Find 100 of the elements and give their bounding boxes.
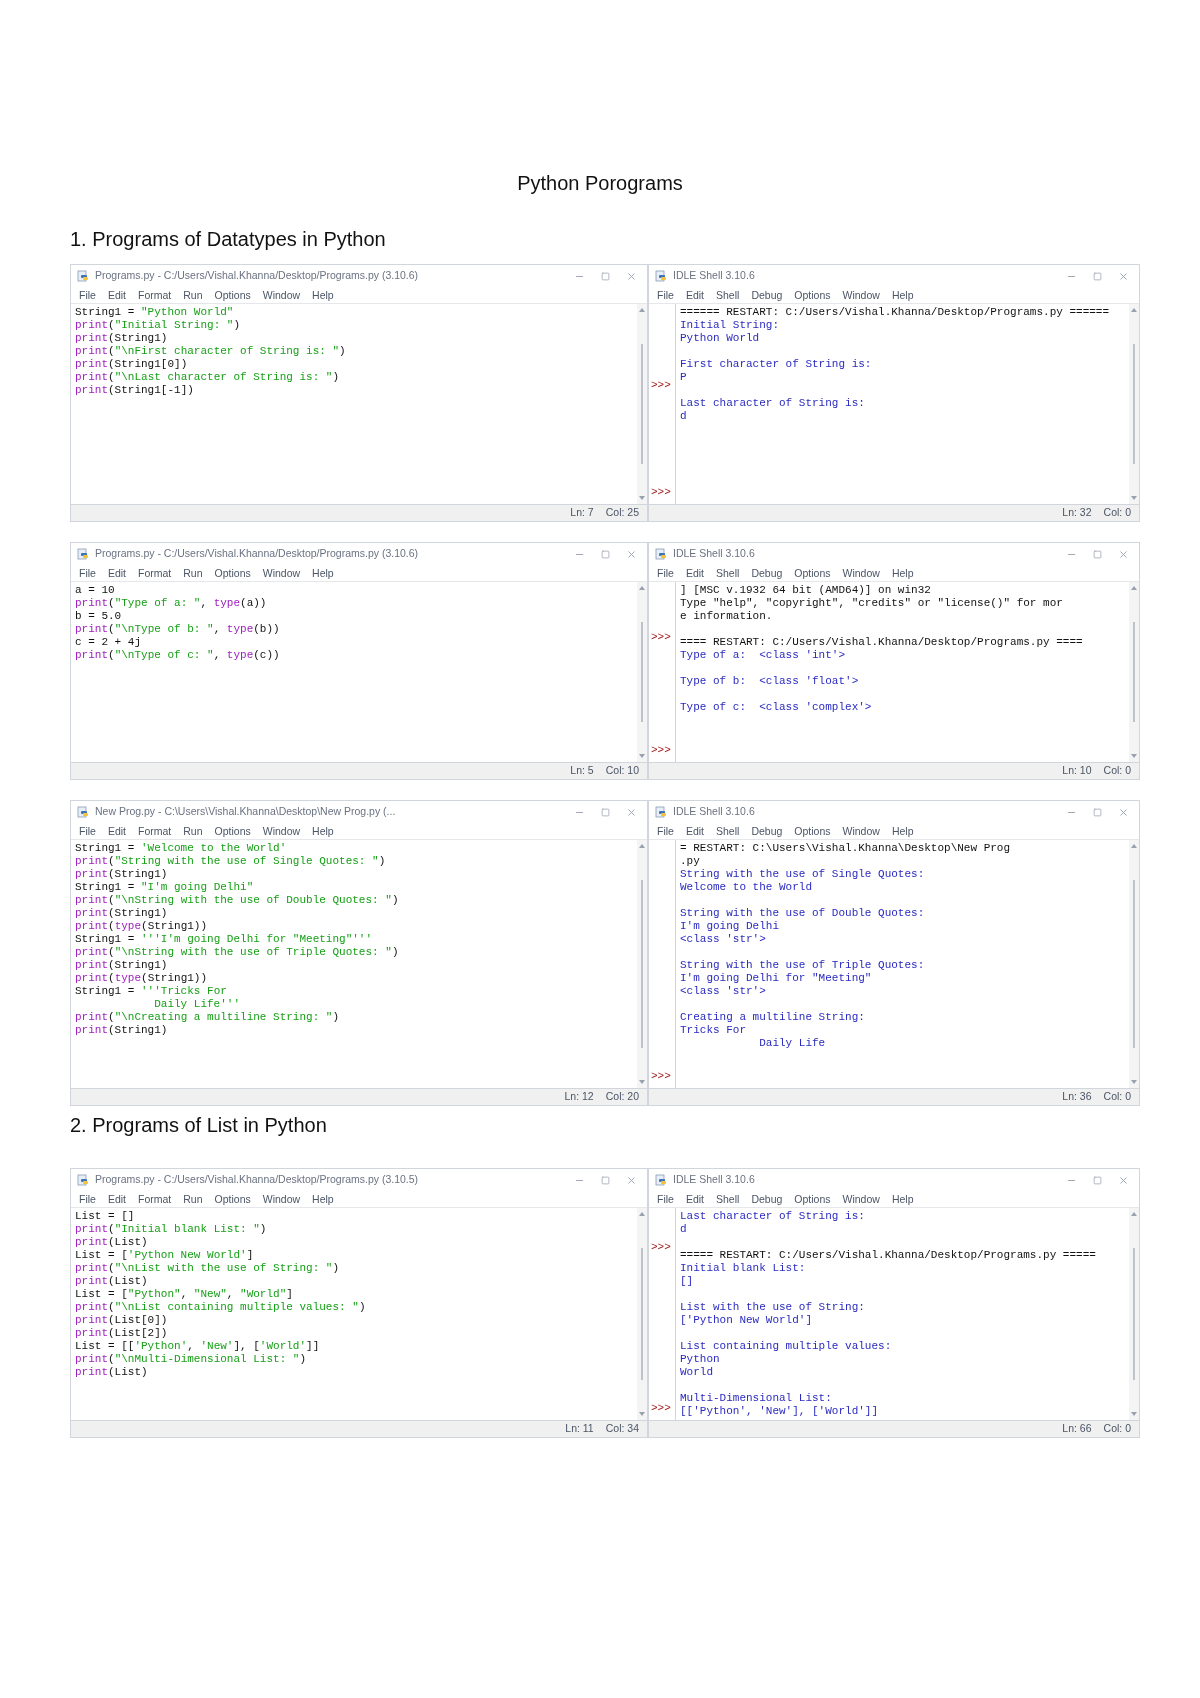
- menu-item[interactable]: Window: [842, 567, 880, 579]
- code-editor[interactable]: String1 = "Python World" print("Initial String: ") print(String1) print("\nFirst character of String is: ") print(String1[0]) print("\nLast character of String is: ") print(String1[-1]): [71, 304, 637, 504]
- maximize-icon[interactable]: [1093, 1175, 1102, 1185]
- menu-item[interactable]: Edit: [107, 1193, 126, 1205]
- menu-item[interactable]: Run: [183, 567, 203, 579]
- menu-item[interactable]: Run: [183, 1193, 203, 1205]
- close-icon[interactable]: [626, 806, 637, 818]
- menu-item[interactable]: Edit: [685, 825, 704, 837]
- menu-item[interactable]: File: [79, 1193, 96, 1205]
- output-line: First character of String is:: [680, 358, 872, 371]
- menu-item[interactable]: Help: [891, 567, 914, 579]
- menu-item[interactable]: Shell: [716, 289, 740, 301]
- maximize-icon[interactable]: [601, 271, 610, 281]
- menu-item[interactable]: File: [79, 825, 96, 837]
- menu-item[interactable]: Format: [138, 1193, 172, 1205]
- menu-item[interactable]: Format: [138, 825, 172, 837]
- menu-item[interactable]: Shell: [716, 825, 740, 837]
- menu-item[interactable]: Window: [842, 1193, 880, 1205]
- close-icon[interactable]: [1118, 806, 1129, 818]
- menu-item[interactable]: Window: [262, 567, 301, 579]
- code-editor[interactable]: a = 10 print("Type of a: ", type(a)) b = 5.0 print("\nType of b: ", type(b)) c = 2 + 4j print("\nType of c: ", type(c)): [71, 582, 637, 762]
- menu-item[interactable]: File: [79, 289, 96, 301]
- maximize-icon[interactable]: [1093, 271, 1102, 281]
- menu-item[interactable]: Debug: [751, 825, 783, 837]
- code-line: print(List[0]): [75, 1314, 168, 1327]
- menu-item[interactable]: Run: [183, 289, 203, 301]
- close-icon[interactable]: [1118, 548, 1129, 560]
- line-number: Ln: 5: [570, 763, 594, 779]
- menu-item[interactable]: Run: [183, 825, 203, 837]
- menu-item[interactable]: Debug: [751, 289, 783, 301]
- column-number: Col: 0: [1103, 763, 1131, 779]
- menu-item[interactable]: Format: [138, 289, 172, 301]
- file-icon: [655, 806, 667, 818]
- menu-item[interactable]: Format: [138, 567, 172, 579]
- close-icon[interactable]: [626, 548, 637, 560]
- menu-item[interactable]: Options: [214, 289, 251, 301]
- menu-item[interactable]: Help: [312, 567, 334, 579]
- menu-item[interactable]: Edit: [107, 825, 126, 837]
- menu-item[interactable]: Options: [794, 289, 831, 301]
- menu-item[interactable]: Options: [214, 567, 251, 579]
- maximize-icon[interactable]: [601, 549, 610, 559]
- menu-item[interactable]: Debug: [751, 567, 783, 579]
- menu-item[interactable]: Options: [794, 825, 831, 837]
- code-line: print(String1): [75, 907, 168, 920]
- menu-item[interactable]: File: [657, 825, 674, 837]
- menu-item[interactable]: Edit: [685, 567, 704, 579]
- menu-item[interactable]: Window: [262, 1193, 301, 1205]
- code-line: print(List): [75, 1275, 148, 1288]
- menu-item[interactable]: Window: [262, 289, 301, 301]
- prompt: >>>: [651, 1240, 671, 1253]
- menu-item[interactable]: File: [657, 567, 674, 579]
- code-line: print("\nType of c: ", type(c)): [75, 649, 280, 662]
- maximize-icon[interactable]: [1093, 549, 1102, 559]
- scrollbar[interactable]: [1129, 304, 1139, 504]
- scrollbar[interactable]: [637, 1208, 647, 1420]
- menu-item[interactable]: File: [79, 567, 96, 579]
- menu-item[interactable]: Window: [842, 289, 880, 301]
- code-line: print("\nCreating a multiline String: "): [75, 1011, 340, 1024]
- menu-item[interactable]: File: [657, 1193, 674, 1205]
- menu-item[interactable]: Options: [214, 1193, 251, 1205]
- scrollbar[interactable]: [637, 304, 647, 504]
- menu-item[interactable]: Shell: [716, 567, 740, 579]
- output-line: Type of a: <class 'int'>: [680, 649, 846, 662]
- menu-item[interactable]: Options: [794, 1193, 831, 1205]
- menu-item[interactable]: Options: [794, 567, 831, 579]
- code-line: Daily Life''': [153, 998, 241, 1011]
- scrollbar[interactable]: [1129, 582, 1139, 762]
- scrollbar[interactable]: [637, 582, 647, 762]
- menu-item[interactable]: Debug: [751, 1193, 783, 1205]
- section-heading: 2. Programs of List in Python: [70, 1113, 328, 1138]
- menu-item[interactable]: Help: [891, 825, 914, 837]
- menu-item[interactable]: Help: [891, 289, 914, 301]
- menu-item[interactable]: Edit: [107, 567, 126, 579]
- menu-item[interactable]: Window: [842, 825, 880, 837]
- menu-item[interactable]: Help: [312, 1193, 334, 1205]
- menu-item[interactable]: Window: [262, 825, 301, 837]
- menu-item[interactable]: Help: [891, 1193, 914, 1205]
- maximize-icon[interactable]: [601, 1175, 610, 1185]
- maximize-icon[interactable]: [601, 807, 610, 817]
- menu-item[interactable]: File: [657, 289, 674, 301]
- menu-item[interactable]: Edit: [107, 289, 126, 301]
- close-icon[interactable]: [1118, 270, 1129, 282]
- close-icon[interactable]: [1118, 1174, 1129, 1186]
- menu-item[interactable]: Edit: [685, 1193, 704, 1205]
- menu-item[interactable]: Help: [312, 289, 334, 301]
- maximize-icon[interactable]: [1093, 807, 1102, 817]
- menu-item[interactable]: Edit: [685, 289, 704, 301]
- menu-item[interactable]: Options: [214, 825, 251, 837]
- output-line: ====== RESTART: C:/Users/Vishal.Khanna/Desktop/Programs.py ======: [680, 306, 1110, 319]
- scrollbar[interactable]: [1129, 840, 1139, 1088]
- output-line: <class 'str'>: [680, 985, 766, 998]
- close-icon[interactable]: [626, 270, 637, 282]
- close-icon[interactable]: [626, 1174, 637, 1186]
- code-line: String1 = '''I'm going Delhi for "Meeting"''': [75, 933, 373, 946]
- menu-item[interactable]: Shell: [716, 1193, 740, 1205]
- scrollbar[interactable]: [1129, 1208, 1139, 1420]
- output-line: d: [680, 410, 687, 423]
- scrollbar[interactable]: [637, 840, 647, 1088]
- code-line: print(List): [75, 1236, 148, 1249]
- menu-item[interactable]: Help: [312, 825, 334, 837]
